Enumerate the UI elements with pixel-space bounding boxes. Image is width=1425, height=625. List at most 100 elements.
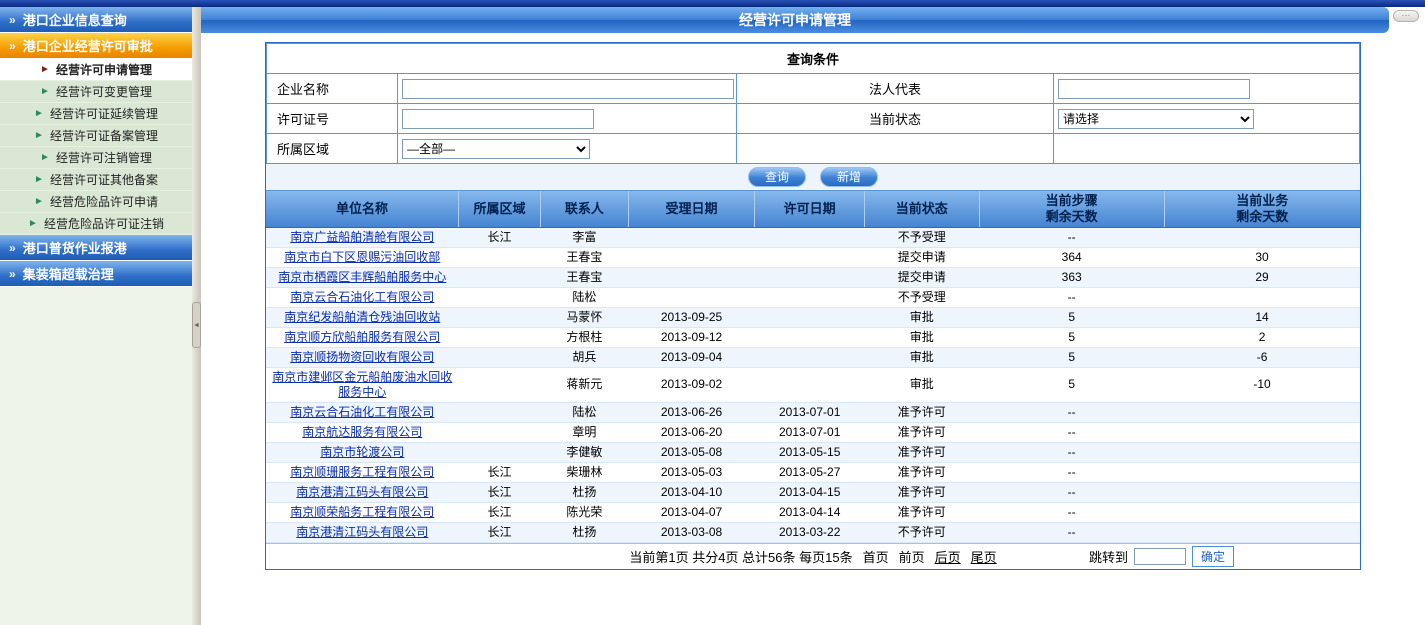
company-link[interactable]: 南京广益船舶清舱有限公司: [290, 230, 434, 244]
company-link[interactable]: 南京顺扬物资回收有限公司: [290, 350, 434, 364]
sidebar-item[interactable]: ►经营许可申请管理: [0, 59, 192, 81]
cell-company: 南京云合石油化工有限公司: [266, 402, 459, 422]
query-conditions-title: 查询条件: [267, 44, 1360, 74]
company-link[interactable]: 南京市建邺区金元船舶废油水回收服务中心: [272, 370, 452, 399]
next-page-link[interactable]: 后页: [935, 547, 961, 566]
top-right-grip-icon[interactable]: ···: [1393, 10, 1419, 22]
sidebar-group-item[interactable]: »港口企业信息查询: [0, 7, 192, 33]
double-arrow-icon: »: [9, 41, 16, 51]
cell-biz-days: [1164, 287, 1360, 307]
cell-accept-date: 2013-09-04: [628, 347, 755, 367]
arrow-icon: ►: [34, 175, 44, 185]
company-link[interactable]: 南京顺方欣船舶服务有限公司: [284, 330, 440, 344]
cell-company: 南京广益船舶清舱有限公司: [266, 227, 459, 247]
company-link[interactable]: 南京市栖霞区丰辉船舶服务中心: [278, 270, 446, 284]
company-link[interactable]: 南京航达服务有限公司: [302, 425, 422, 439]
company-link[interactable]: 南京云合石油化工有限公司: [290, 290, 434, 304]
top-strip: [0, 0, 1425, 7]
column-header-contact: 联系人: [541, 191, 629, 227]
company-link[interactable]: 南京市轮渡公司: [320, 445, 404, 459]
cell-contact: 蒋新元: [541, 367, 629, 402]
company-link[interactable]: 南京顺珊服务工程有限公司: [290, 465, 434, 479]
jump-confirm-button[interactable]: 确定: [1192, 546, 1234, 567]
cell-company: 南京顺方欣船舶服务有限公司: [266, 327, 459, 347]
table-row: 南京纪发船舶清仓残油回收站马蒙怀2013-09-25审批514: [266, 307, 1360, 327]
sidebar-item[interactable]: ►经营许可变更管理: [0, 81, 192, 103]
sidebar-item-label: 经营许可证其他备案: [50, 171, 158, 188]
cell-accept-date: 2013-06-26: [628, 402, 755, 422]
cell-biz-days: 29: [1164, 267, 1360, 287]
cell-license-date: 2013-05-27: [755, 462, 864, 482]
cell-accept-date: 2013-05-03: [628, 462, 755, 482]
cell-biz-days: -6: [1164, 347, 1360, 367]
sidebar-item[interactable]: ► 经营许可证其他备案: [0, 169, 192, 191]
sidebar-collapse-handle[interactable]: ◄: [192, 302, 201, 348]
sidebar-item[interactable]: ►经营危险品许可证注销: [0, 213, 192, 235]
table-row: 南京顺荣船务工程有限公司长江陈光荣2013-04-072013-04-14准予许…: [266, 502, 1360, 522]
cell-region: 长江: [459, 227, 541, 247]
prev-page-link[interactable]: 前页: [899, 547, 925, 566]
cell-license-date: [755, 247, 864, 267]
sidebar-item[interactable]: ►经营许可证延续管理: [0, 103, 192, 125]
jump-page-input[interactable]: [1134, 548, 1186, 565]
sidebar-item-label: 经营危险品许可申请: [50, 193, 158, 210]
cell-accept-date: [628, 247, 755, 267]
company-link[interactable]: 南京纪发船舶清仓残油回收站: [284, 310, 440, 324]
cell-step-days: --: [979, 462, 1164, 482]
company-link[interactable]: 南京港清江码头有限公司: [296, 485, 428, 499]
cell-status: 准予许可: [864, 482, 979, 502]
cell-biz-days: [1164, 522, 1360, 542]
cell-region: [459, 402, 541, 422]
sidebar-group-item[interactable]: »港口普货作业报港: [0, 235, 192, 261]
cell-status: 不予许可: [864, 522, 979, 542]
cell-contact: 章明: [541, 422, 629, 442]
table-row: 南京港清江码头有限公司长江杜扬2013-04-102013-04-15准予许可-…: [266, 482, 1360, 502]
sidebar-item-label: 港口普货作业报港: [23, 238, 127, 257]
sidebar-item-label: 经营危险品许可证注销: [44, 215, 164, 232]
cell-step-days: --: [979, 402, 1164, 422]
sidebar-item[interactable]: ►经营许可注销管理: [0, 147, 192, 169]
company-link[interactable]: 南京港清江码头有限公司: [296, 525, 428, 539]
first-page-link[interactable]: 首页: [863, 547, 889, 566]
company-link[interactable]: 南京顺荣船务工程有限公司: [290, 505, 434, 519]
enterprise-name-input[interactable]: [402, 79, 734, 99]
cell-company: 南京云合石油化工有限公司: [266, 287, 459, 307]
status-select[interactable]: 请选择: [1058, 109, 1254, 129]
cell-status: 不予受理: [864, 227, 979, 247]
pagination-bar: 当前第1页 共分4页 总计56条 每页15条 首页 前页 后页 尾页 跳转到 确…: [266, 543, 1360, 569]
company-link[interactable]: 南京云合石油化工有限公司: [290, 405, 434, 419]
sidebar-splitter[interactable]: ◄: [192, 7, 201, 625]
company-link[interactable]: 南京市白下区恩赐污油回收部: [284, 250, 440, 264]
cell-license-date: [755, 307, 864, 327]
cell-biz-days: [1164, 502, 1360, 522]
double-arrow-icon: »: [9, 15, 16, 25]
cell-contact: 杜扬: [541, 482, 629, 502]
search-button[interactable]: 查询: [748, 167, 806, 187]
last-page-link[interactable]: 尾页: [971, 547, 997, 566]
cell-license-date: 2013-07-01: [755, 402, 864, 422]
sidebar-group-item[interactable]: »集装箱超载治理: [0, 261, 192, 287]
sidebar-group-item[interactable]: »港口企业经营许可审批: [0, 33, 192, 59]
cell-region: 长江: [459, 462, 541, 482]
license-no-input[interactable]: [402, 109, 594, 129]
sidebar-item[interactable]: ►经营许可证备案管理: [0, 125, 192, 147]
column-header-region: 所属区域: [459, 191, 541, 227]
sidebar-item[interactable]: ►经营危险品许可申请: [0, 191, 192, 213]
cell-region: [459, 307, 541, 327]
region-select[interactable]: —全部—: [402, 139, 590, 159]
cell-step-days: 5: [979, 347, 1164, 367]
column-header-accept-date: 受理日期: [628, 191, 755, 227]
cell-biz-days: 30: [1164, 247, 1360, 267]
cell-accept-date: 2013-06-20: [628, 422, 755, 442]
cell-license-date: [755, 287, 864, 307]
table-row: 南京广益船舶清舱有限公司长江李富不予受理--: [266, 227, 1360, 247]
column-header-step-days: 当前步骤 剩余天数: [979, 191, 1164, 227]
cell-license-date: 2013-04-15: [755, 482, 864, 502]
cell-status: 不予受理: [864, 287, 979, 307]
cell-step-days: 364: [979, 247, 1164, 267]
legal-rep-input[interactable]: [1058, 79, 1250, 99]
add-button[interactable]: 新增: [820, 167, 878, 187]
sidebar-item-label: 经营许可变更管理: [56, 83, 152, 100]
cell-biz-days: [1164, 402, 1360, 422]
cell-contact: 柴珊林: [541, 462, 629, 482]
